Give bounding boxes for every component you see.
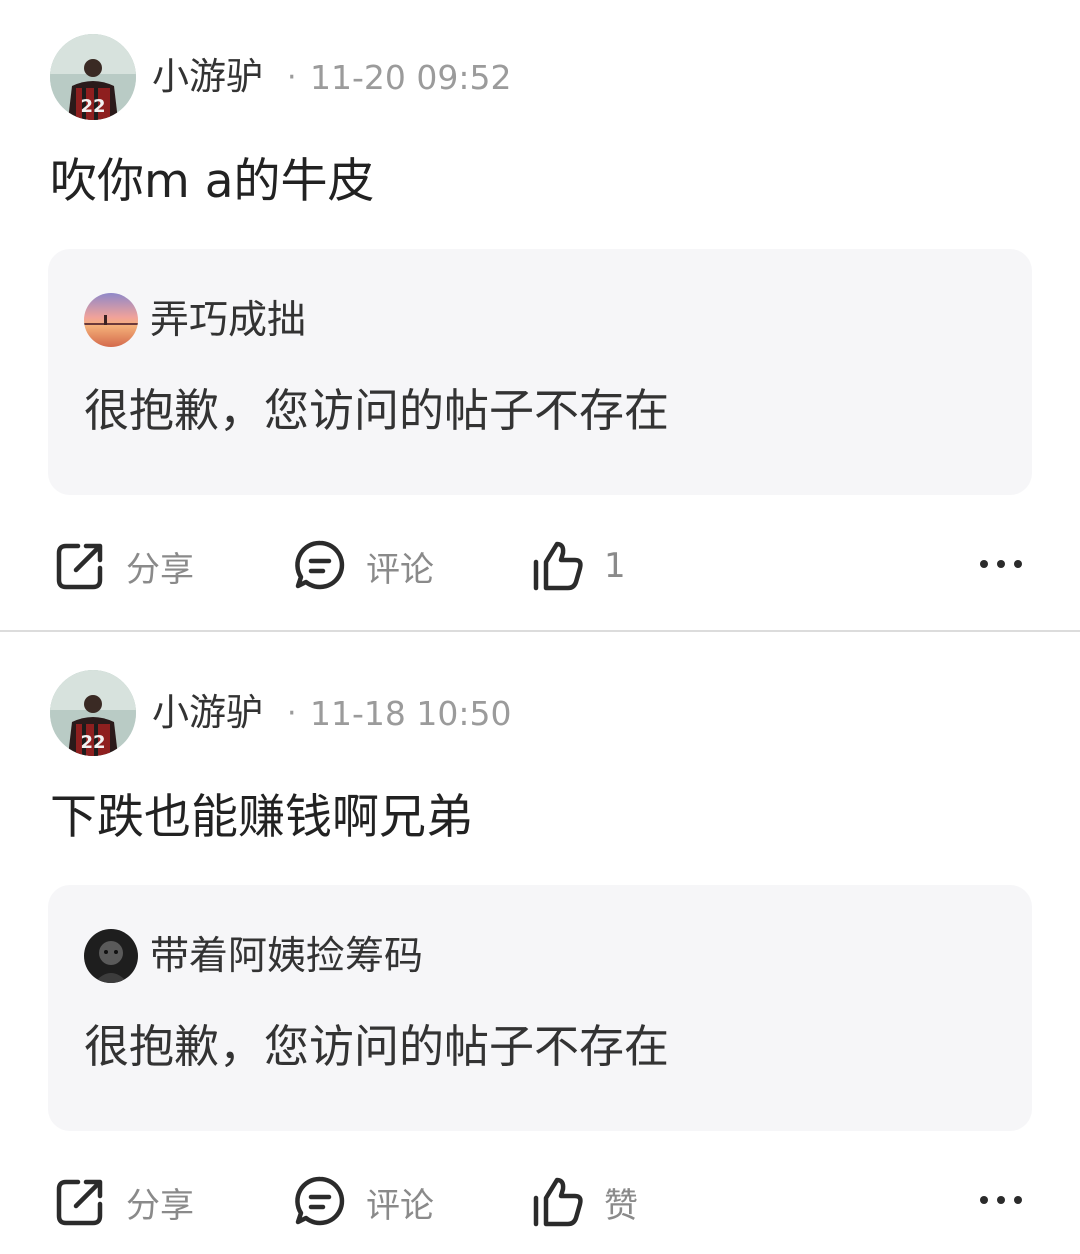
post-card: 22 小游驴 · 11-20 09:52 吹你m a的牛皮 弄巧成拙 很抱歉，您… [0,0,1080,632]
comment-label: 评论 [366,549,434,590]
post-divider [0,630,1080,632]
more-options-icon [980,1196,1022,1204]
quoted-post-text: 很抱歉，您访问的帖子不存在 [84,1020,670,1073]
share-button[interactable]: 分享 [52,1172,194,1232]
user-avatar[interactable]: 22 [50,670,136,756]
jersey-number: 22 [80,732,105,753]
sunset-avatar-image [84,293,138,347]
comment-button[interactable]: 评论 [292,536,434,596]
share-icon [56,1179,103,1226]
avatar-image: 22 [50,670,136,756]
share-button[interactable]: 分享 [52,536,194,596]
post-timestamp: 11-20 09:52 [310,58,512,97]
more-options-button[interactable] [976,548,1026,580]
jersey-number: 22 [80,96,105,117]
quoted-author-name[interactable]: 弄巧成拙 [150,297,306,345]
more-options-button[interactable] [976,1184,1026,1216]
like-count: 1 [604,546,626,586]
post-body[interactable]: 吹你m a的牛皮 [50,152,375,212]
share-icon [56,543,103,590]
like-label: 赞 [604,1185,638,1226]
thumbs-up-icon [533,1177,583,1227]
post-card: 22 小游驴 · 11-18 10:50 下跌也能赚钱啊兄弟 带着阿姨捡筹码 很… [0,636,1080,1254]
post-timestamp: 11-18 10:50 [310,694,512,733]
portrait-avatar-image [84,929,138,983]
author-name[interactable]: 小游驴 [152,690,263,736]
comment-label: 评论 [366,1185,434,1226]
user-avatar[interactable]: 22 [50,34,136,120]
quoted-post-card[interactable]: 带着阿姨捡筹码 很抱歉，您访问的帖子不存在 [48,885,1032,1131]
like-button[interactable]: 1 [530,536,626,596]
meta-separator: · [287,696,297,731]
avatar-image: 22 [50,34,136,120]
share-label: 分享 [126,1185,194,1226]
quoted-post-card[interactable]: 弄巧成拙 很抱歉，您访问的帖子不存在 [48,249,1032,495]
quoted-post-text: 很抱歉，您访问的帖子不存在 [84,384,670,437]
quoted-user-avatar[interactable] [84,929,138,983]
like-button[interactable]: 赞 [530,1172,638,1232]
more-options-icon [980,560,1022,568]
comment-icon [295,1176,345,1226]
comment-button[interactable]: 评论 [292,1172,434,1232]
author-name[interactable]: 小游驴 [152,54,263,100]
thumbs-up-icon [533,541,583,591]
post-body[interactable]: 下跌也能赚钱啊兄弟 [50,788,473,848]
quoted-user-avatar[interactable] [84,293,138,347]
meta-separator: · [287,60,297,95]
share-label: 分享 [126,549,194,590]
quoted-author-name[interactable]: 带着阿姨捡筹码 [150,933,423,981]
comment-icon [295,540,345,590]
